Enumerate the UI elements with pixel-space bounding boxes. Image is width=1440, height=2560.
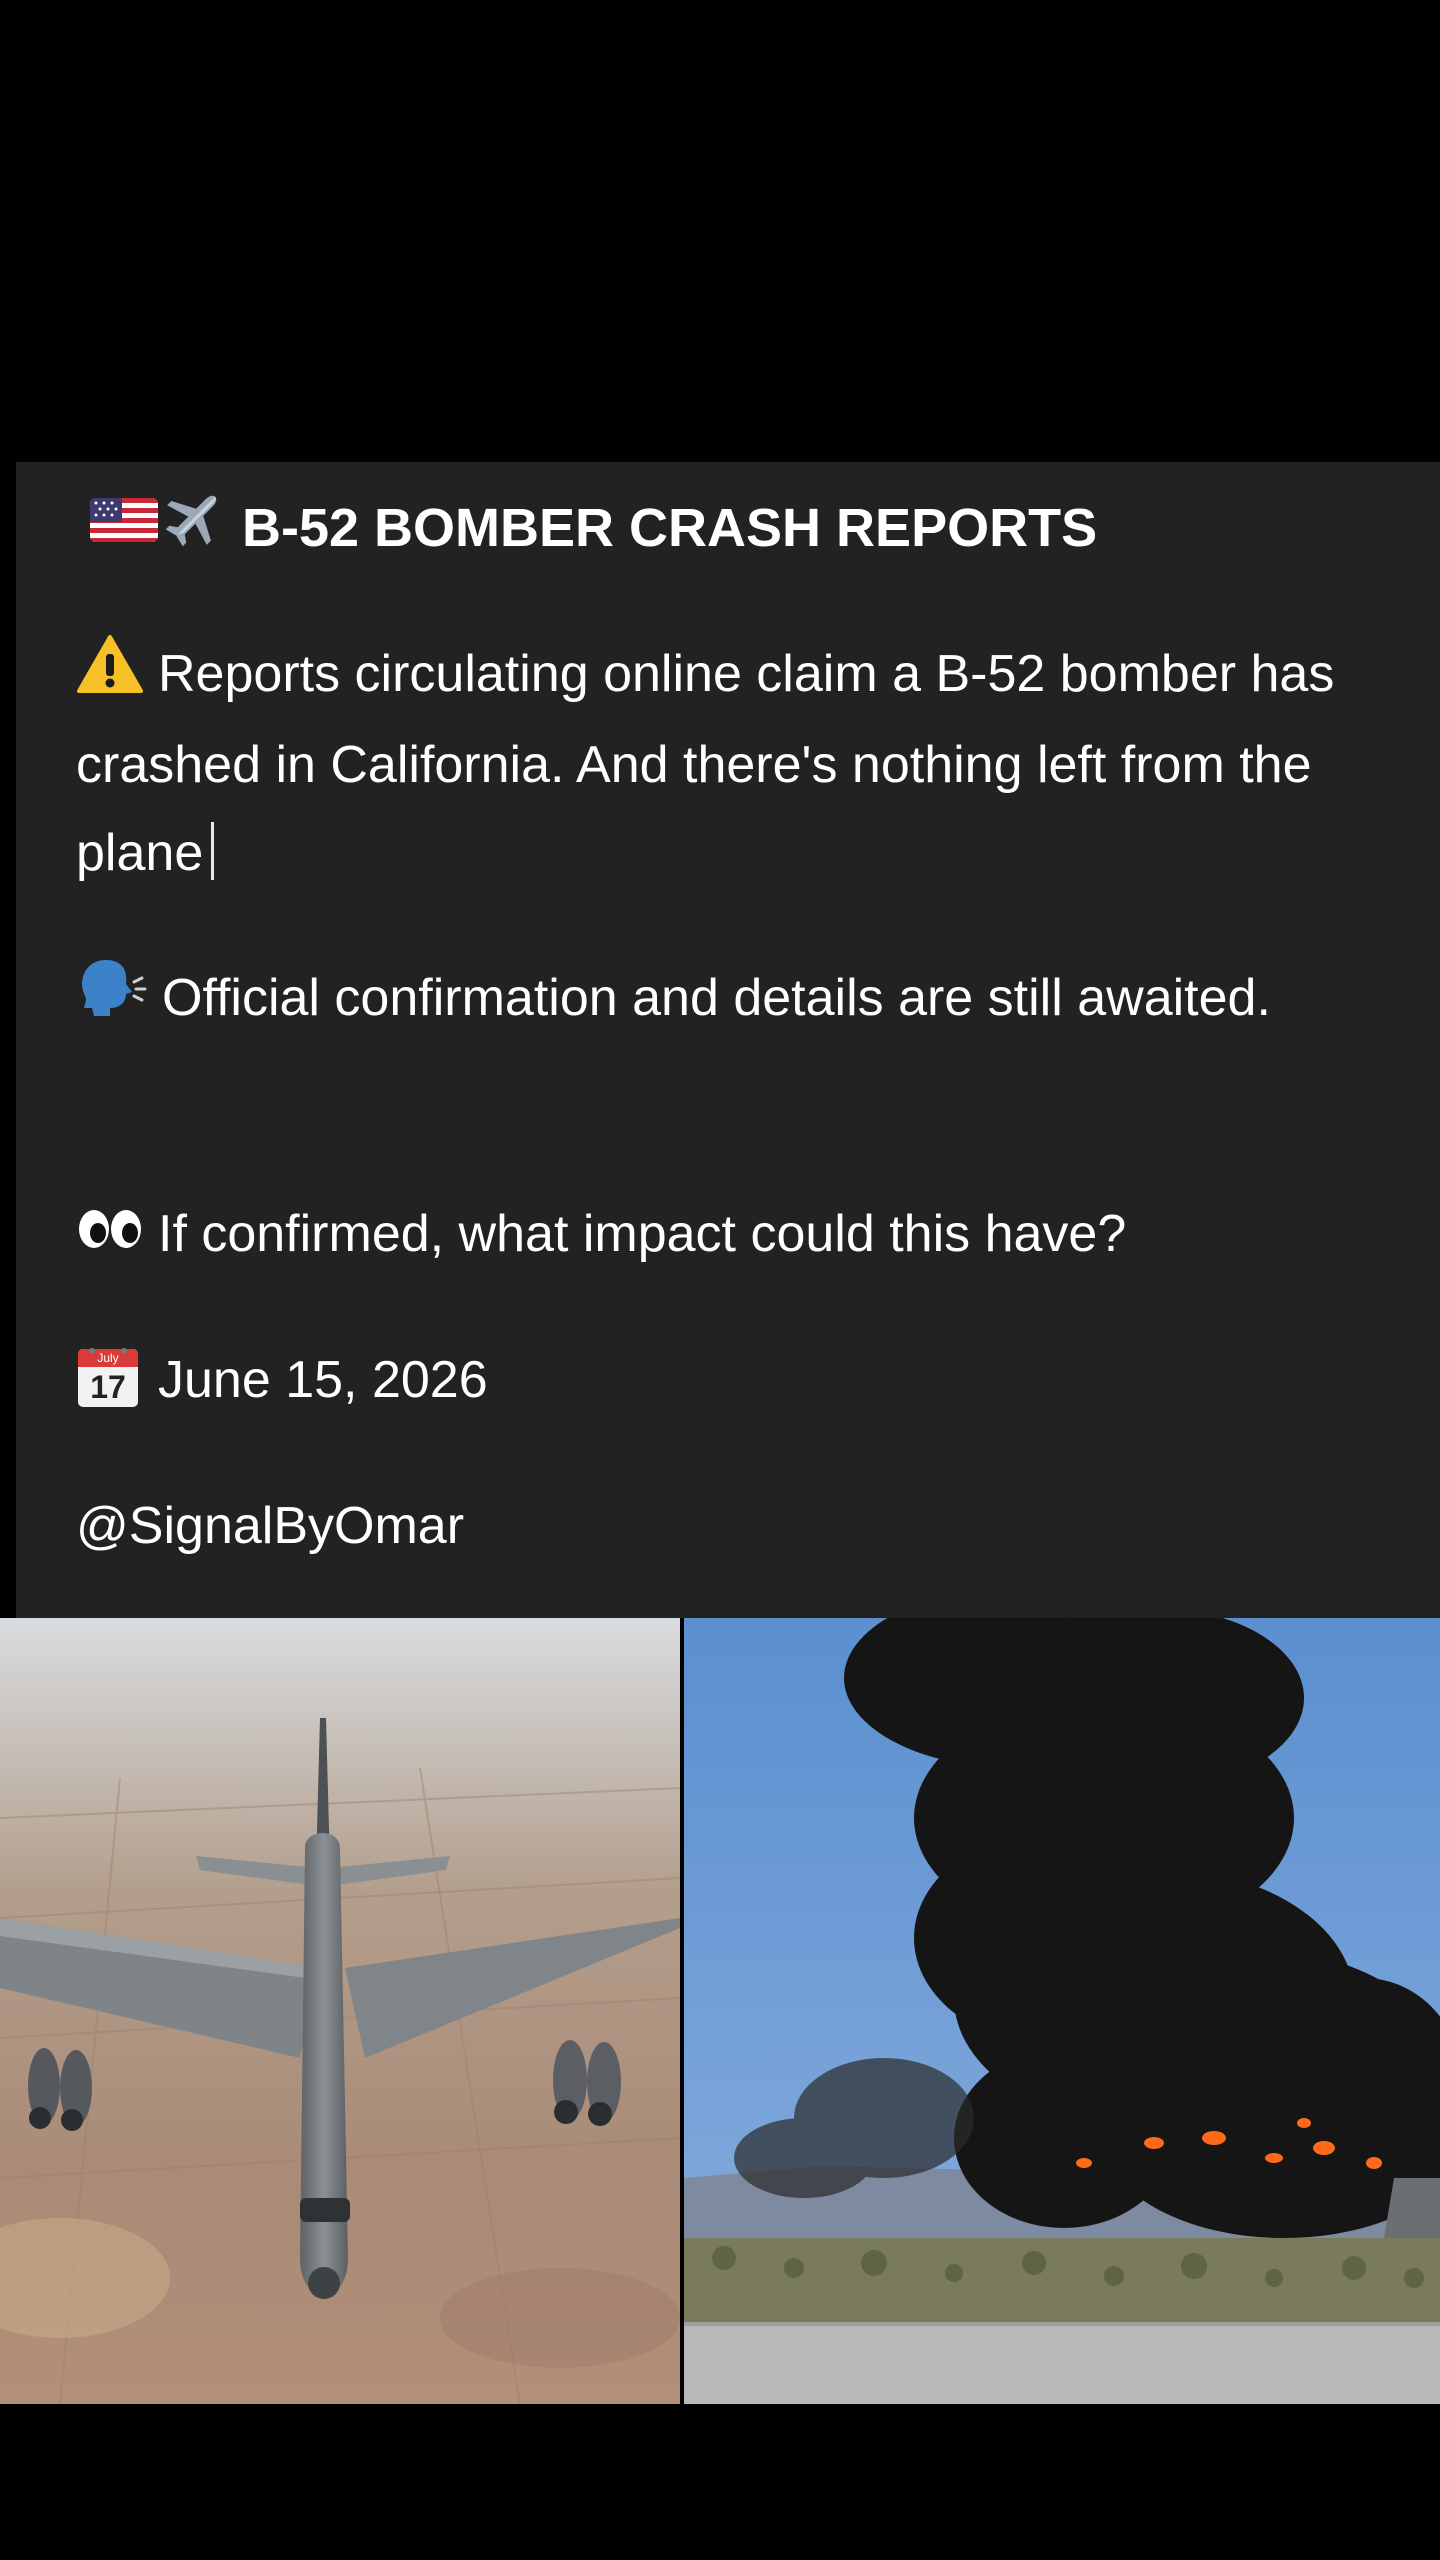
calendar-month: July xyxy=(97,1351,119,1365)
post-paragraph-eyes: If confirmed, what impact could this hav… xyxy=(76,1190,1396,1281)
eyes-icon xyxy=(76,1193,144,1281)
post-headline: B-52 BOMBER CRASH REPORTS xyxy=(88,490,1388,566)
us-flag-icon xyxy=(88,490,160,566)
b52-bomber-photo[interactable] xyxy=(0,1618,680,2404)
paragraph-warning-text: Reports circulating online claim a B-52 … xyxy=(76,645,1335,883)
calendar-day: 17 xyxy=(90,1369,126,1405)
post-paragraph-warning: Reports circulating online claim a B-52 … xyxy=(76,630,1396,897)
post-date-line: July 17 June 15, 2026 xyxy=(76,1336,1396,1424)
post-date: June 15, 2026 xyxy=(158,1351,488,1409)
calendar-icon: July 17 xyxy=(76,1345,140,1409)
author-handle[interactable]: @SignalByOmar xyxy=(76,1497,464,1555)
bottom-letterbox xyxy=(0,2404,1440,2560)
airplane-icon xyxy=(160,484,228,572)
post-paragraph-speaking: Official confirmation and details are st… xyxy=(76,954,1396,1047)
paragraph-speaking-text: Official confirmation and details are st… xyxy=(162,969,1271,1027)
post-media xyxy=(0,1618,1440,2404)
warning-icon xyxy=(76,633,144,721)
headline-text: B-52 BOMBER CRASH REPORTS xyxy=(242,498,1098,558)
speaking-head-icon xyxy=(76,956,148,1047)
top-letterbox xyxy=(0,0,1440,462)
smoke-plume-photo[interactable] xyxy=(684,1618,1440,2404)
text-cursor xyxy=(211,822,215,881)
paragraph-eyes-text: If confirmed, what impact could this hav… xyxy=(158,1205,1127,1263)
post-handle-line: @SignalByOmar xyxy=(76,1482,1396,1570)
